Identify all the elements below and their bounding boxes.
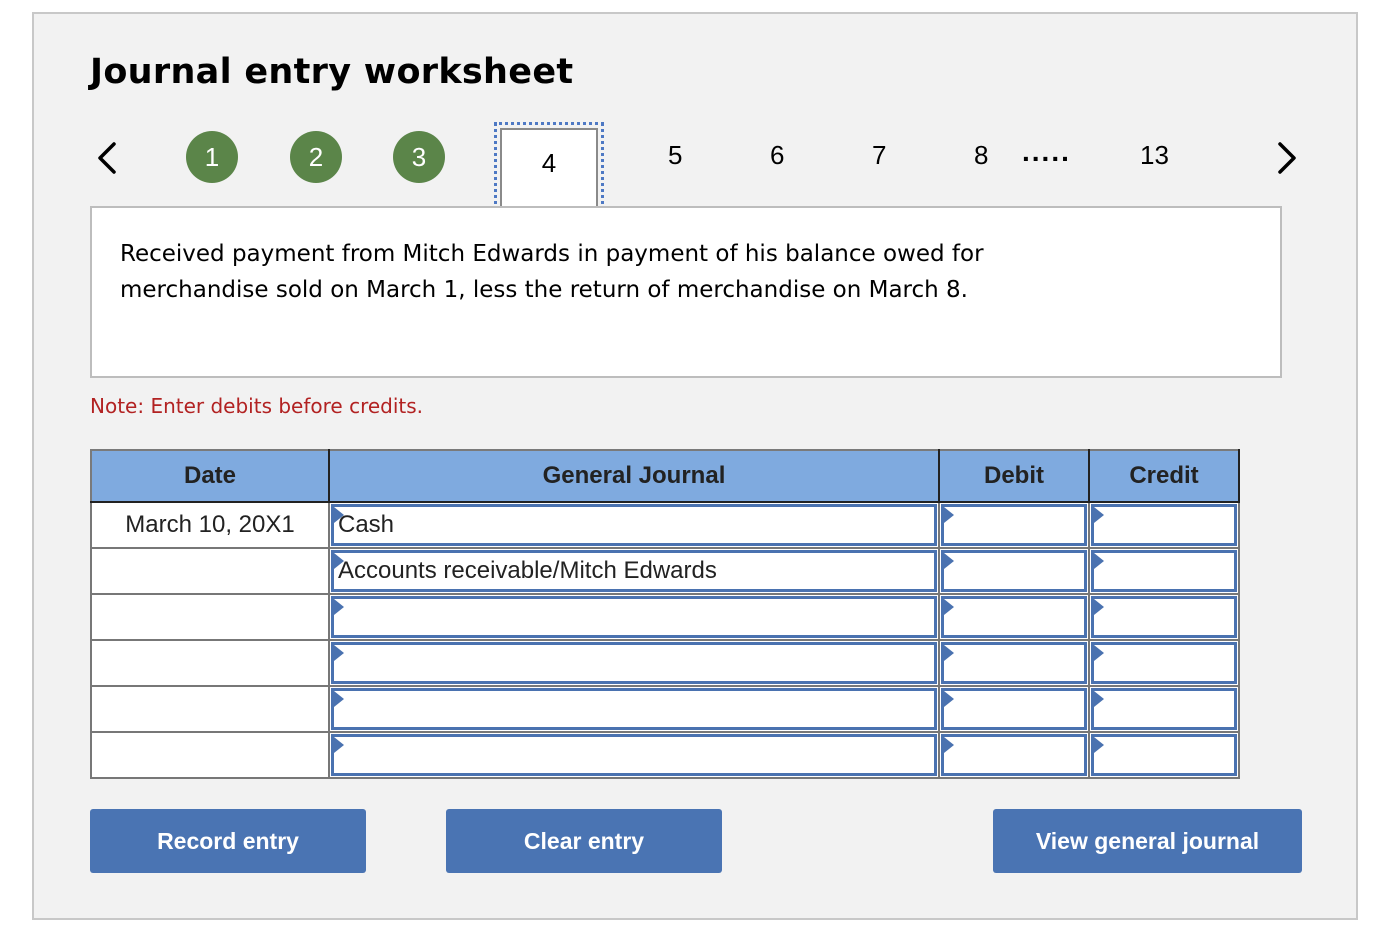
step-7[interactable]: 7 [872, 140, 886, 171]
dropdown-marker-icon [334, 645, 344, 661]
account-input-value: Cash [338, 511, 395, 538]
step-3[interactable]: 3 [393, 131, 445, 183]
step-2[interactable]: 2 [290, 131, 342, 183]
credit-cell [1088, 639, 1240, 687]
debit-input[interactable] [941, 596, 1087, 638]
date-cell [90, 685, 330, 733]
date-cell [90, 547, 330, 595]
dropdown-marker-icon [334, 599, 344, 615]
account-input[interactable]: Accounts receivable/Mitch Edwards [331, 550, 937, 592]
instruction-note: Note: Enter debits before credits. [90, 394, 424, 418]
dropdown-marker-icon [1094, 507, 1104, 523]
clear-entry-button[interactable]: Clear entry [446, 809, 722, 873]
dropdown-marker-icon [334, 691, 344, 707]
transaction-description: Received payment from Mitch Edwards in p… [120, 241, 984, 303]
header-date: Date [90, 449, 330, 503]
debit-cell [938, 685, 1090, 733]
date-cell [90, 639, 330, 687]
step-8[interactable]: 8 [974, 140, 988, 171]
debit-input[interactable] [941, 734, 1087, 776]
current-step-label: 4 [500, 128, 598, 206]
chevron-left-icon [98, 142, 116, 174]
step-6[interactable]: 6 [770, 140, 784, 171]
account-input[interactable]: Cash [331, 504, 937, 546]
dropdown-marker-icon [944, 507, 954, 523]
steps-ellipsis: ..... [1022, 136, 1071, 167]
debit-cell [938, 731, 1090, 779]
account-input[interactable] [331, 734, 937, 776]
dropdown-marker-icon [944, 553, 954, 569]
header-credit: Credit [1088, 449, 1240, 503]
table-row [90, 685, 1240, 733]
next-step-button[interactable] [1272, 138, 1302, 178]
transaction-description-box: Received payment from Mitch Edwards in p… [90, 206, 1282, 378]
debit-input[interactable] [941, 688, 1087, 730]
header-debit: Debit [938, 449, 1090, 503]
dropdown-marker-icon [1094, 645, 1104, 661]
date-cell [90, 593, 330, 641]
debit-cell [938, 501, 1090, 549]
chevron-right-icon [1278, 142, 1296, 174]
credit-cell [1088, 685, 1240, 733]
dropdown-marker-icon [944, 691, 954, 707]
prev-step-button[interactable] [92, 138, 122, 178]
dropdown-marker-icon [334, 737, 344, 753]
credit-cell [1088, 501, 1240, 549]
header-general-journal: General Journal [328, 449, 940, 503]
account-cell: Cash [328, 501, 940, 549]
record-entry-button[interactable]: Record entry [90, 809, 366, 873]
account-cell [328, 685, 940, 733]
dropdown-marker-icon [334, 553, 344, 569]
table-row [90, 731, 1240, 779]
table-row: Accounts receivable/Mitch Edwards [90, 547, 1240, 595]
date-cell [90, 731, 330, 779]
step-5[interactable]: 5 [668, 140, 682, 171]
debit-input[interactable] [941, 504, 1087, 546]
account-input[interactable] [331, 688, 937, 730]
dropdown-marker-icon [1094, 737, 1104, 753]
dropdown-marker-icon [1094, 599, 1104, 615]
account-cell [328, 731, 940, 779]
credit-input[interactable] [1091, 596, 1237, 638]
debit-input[interactable] [941, 550, 1087, 592]
account-cell [328, 593, 940, 641]
credit-input[interactable] [1091, 550, 1237, 592]
dropdown-marker-icon [944, 645, 954, 661]
credit-input[interactable] [1091, 734, 1237, 776]
account-input[interactable] [331, 596, 937, 638]
table-header-row: Date General Journal Debit Credit [90, 449, 1240, 503]
debit-cell [938, 639, 1090, 687]
dropdown-marker-icon [334, 507, 344, 523]
step-13[interactable]: 13 [1140, 140, 1169, 171]
account-cell [328, 639, 940, 687]
debit-cell [938, 593, 1090, 641]
credit-cell [1088, 593, 1240, 641]
credit-input[interactable] [1091, 688, 1237, 730]
account-input-value: Accounts receivable/Mitch Edwards [338, 557, 717, 584]
debit-cell [938, 547, 1090, 595]
credit-cell [1088, 731, 1240, 779]
dropdown-marker-icon [1094, 691, 1104, 707]
step-1[interactable]: 1 [186, 131, 238, 183]
credit-input[interactable] [1091, 504, 1237, 546]
dropdown-marker-icon [944, 599, 954, 615]
dropdown-marker-icon [1094, 553, 1104, 569]
journal-table: Date General Journal Debit Credit March … [90, 449, 1240, 779]
step-4-current[interactable]: 4 [494, 122, 604, 212]
date-cell: March 10, 20X1 [90, 501, 330, 549]
dropdown-marker-icon [944, 737, 954, 753]
table-row: March 10, 20X1 Cash [90, 501, 1240, 549]
view-general-journal-button[interactable]: View general journal [993, 809, 1302, 873]
page-title: Journal entry worksheet [90, 52, 574, 92]
table-row [90, 639, 1240, 687]
account-cell: Accounts receivable/Mitch Edwards [328, 547, 940, 595]
debit-input[interactable] [941, 642, 1087, 684]
table-row [90, 593, 1240, 641]
account-input[interactable] [331, 642, 937, 684]
credit-cell [1088, 547, 1240, 595]
credit-input[interactable] [1091, 642, 1237, 684]
